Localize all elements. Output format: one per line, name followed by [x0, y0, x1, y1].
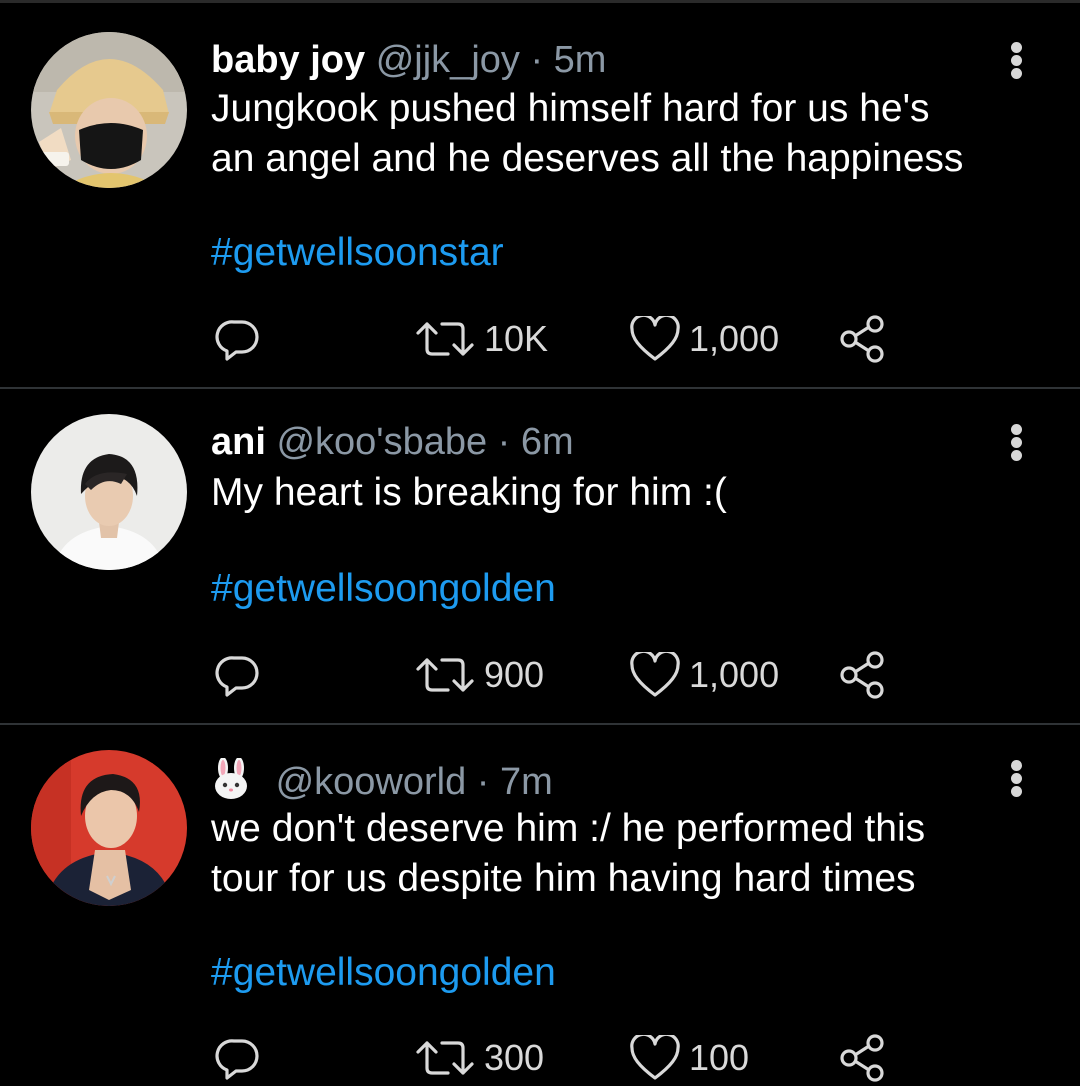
tweet-3[interactable]: @kooworld · 7m we don't deserve him :/ h…	[0, 725, 1080, 1086]
tweet-text-line: an angel and he deserves all the happine…	[211, 137, 964, 180]
masked-person-avatar	[31, 32, 187, 188]
share-icon	[840, 651, 884, 699]
person-avatar	[31, 414, 187, 570]
display-name[interactable]: baby joy	[211, 39, 365, 81]
reply-button[interactable]	[214, 314, 262, 364]
heart-icon	[630, 316, 680, 361]
reply-icon	[215, 1039, 259, 1080]
tweet-text: Jungkook pushed himself hard for us he's…	[211, 84, 1031, 184]
tweet-header: baby joy @jjk_joy · 5m	[211, 40, 606, 80]
user-handle[interactable]: @kooworld	[276, 761, 467, 803]
like-count: 100	[689, 1037, 750, 1078]
like-button[interactable]: 1,000	[629, 650, 779, 700]
tweet-actions: 300 100	[0, 1033, 1080, 1083]
tweet-header: @kooworld · 7m	[211, 758, 553, 802]
more-options-icon[interactable]	[1006, 40, 1028, 80]
avatar[interactable]	[31, 32, 187, 188]
tweet-header: ani @koo'sbabe · 6m	[211, 422, 574, 462]
tweet-text-line: tour for us despite him having hard time…	[211, 857, 916, 900]
retweet-count: 10K	[484, 318, 549, 359]
share-button[interactable]	[837, 650, 887, 700]
tweet-text: My heart is breaking for him :(	[211, 468, 1031, 518]
like-button[interactable]: 1,000	[629, 314, 779, 364]
avatar[interactable]	[31, 750, 187, 906]
heart-icon	[630, 652, 680, 697]
hashtag-link[interactable]: #getwellsoongolden	[211, 951, 556, 995]
person-avatar	[31, 750, 187, 906]
rabbit-face-icon	[215, 758, 247, 799]
tweet-actions: 900 1,000	[0, 650, 1080, 700]
separator-dot: ·	[530, 39, 544, 81]
retweet-count: 300	[484, 1037, 545, 1078]
share-button[interactable]	[837, 314, 887, 364]
user-handle[interactable]: @koo'sbabe	[276, 421, 487, 463]
timestamp[interactable]: 6m	[521, 421, 574, 463]
tweet-text: we don't deserve him :/ he performed thi…	[211, 804, 1031, 904]
retweet-icon	[416, 1041, 474, 1075]
separator-dot: ·	[476, 761, 490, 803]
separator-dot: ·	[497, 421, 511, 463]
like-button[interactable]: 100	[629, 1033, 749, 1083]
tweet-1[interactable]: baby joy @jjk_joy · 5m Jungkook pushed h…	[0, 3, 1080, 389]
more-options-icon[interactable]	[1006, 758, 1028, 798]
tweet-text-line: My heart is breaking for him :(	[211, 471, 727, 514]
retweet-count: 900	[484, 654, 545, 695]
like-count: 1,000	[689, 318, 780, 359]
retweet-icon	[416, 658, 474, 692]
reply-icon	[215, 320, 259, 361]
display-name[interactable]: ani	[211, 421, 266, 463]
retweet-icon	[416, 322, 474, 356]
share-icon	[840, 1034, 884, 1082]
reply-icon	[215, 656, 259, 697]
reply-button[interactable]	[214, 650, 262, 700]
tweet-actions: 10K 1,000	[0, 314, 1080, 364]
share-icon	[840, 315, 884, 363]
tweet-text-line: we don't deserve him :/ he performed thi…	[211, 807, 926, 850]
like-count: 1,000	[689, 654, 780, 695]
timestamp[interactable]: 5m	[554, 39, 607, 81]
retweet-button[interactable]: 10K	[414, 314, 548, 364]
heart-icon	[630, 1035, 680, 1080]
reply-button[interactable]	[214, 1033, 262, 1083]
hashtag-link[interactable]: #getwellsoonstar	[211, 231, 504, 275]
more-options-icon[interactable]	[1006, 422, 1028, 462]
hashtag-link[interactable]: #getwellsoongolden	[211, 567, 556, 611]
tweet-2[interactable]: ani @koo'sbabe · 6m My heart is breaking…	[0, 389, 1080, 725]
timestamp[interactable]: 7m	[500, 761, 553, 803]
user-handle[interactable]: @jjk_joy	[376, 39, 520, 81]
share-button[interactable]	[837, 1033, 887, 1083]
tweet-text-line: Jungkook pushed himself hard for us he's	[211, 87, 930, 130]
retweet-button[interactable]: 900	[414, 650, 544, 700]
retweet-button[interactable]: 300	[414, 1033, 544, 1083]
avatar[interactable]	[31, 414, 187, 570]
